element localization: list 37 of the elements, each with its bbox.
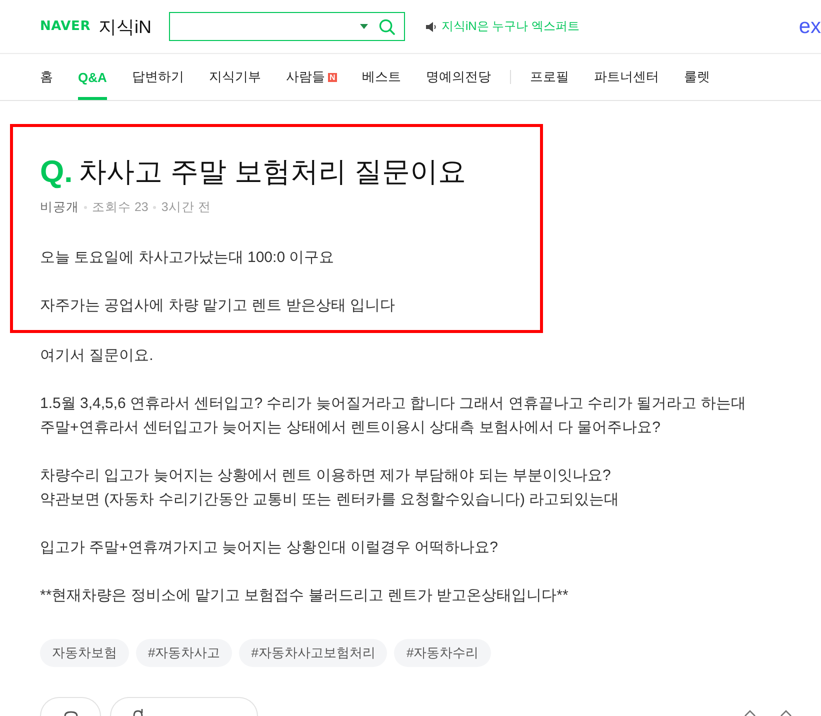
comment-button[interactable] [40,697,101,716]
body-paragraph: 자주가는 공업사에 차량 맡기고 렌트 받은상태 입니다 [40,296,396,316]
nav-tab[interactable]: 홈 [40,54,53,100]
question-prefix: Q. [40,153,73,191]
new-badge: N [328,72,337,82]
nav-tab[interactable]: 룰렛 [684,54,710,100]
tag-link[interactable]: #자동차사고 [136,639,232,667]
search-icon[interactable] [378,18,395,34]
speaker-icon [426,22,437,32]
body-paragraph: 여기서 질문이요. [40,346,154,366]
tag-link[interactable]: #자동차사고보험처리 [239,639,388,667]
tag-link[interactable]: #자동차수리 [394,639,491,667]
body-paragraph: 차량수리 입고가 늦어지는 상황에서 렌트 이용하면 제가 부담해야 되는 부분이잇나요? 약관보면 (자동차 수리기간동안 교통비 또는 렌터카를 요청할수있습니다) 라고되있는대 [40,466,620,510]
nav-tab[interactable]: 파트너센터 [594,54,659,100]
body-paragraph: 1.5월 3,4,5,6 연휴라서 센터입고? 수리가 늦어질거라고 합니다 그래서 연휴끝나고 수리가 될거라고 하는대 주말+연휴라서 센터입고가 늦어지는 상태에서 렌트이용시 상대측 보험사에서 다 물어주나요? [40,394,746,438]
meta-text: 3시간 전 [161,199,211,216]
nav-tab[interactable]: 답변하기 [132,54,184,100]
nav-tab[interactable]: 베스트 [362,54,401,100]
nav-tab[interactable]: 지식기부 [208,54,261,100]
nav-tab[interactable]: 프로필 [530,54,569,100]
chevron-icon[interactable] [780,710,792,716]
nav-tab[interactable]: 사람들 N [286,54,337,100]
nav-tab[interactable]: 명예의전당 [426,54,491,100]
cut-off-icon [133,709,144,716]
body-paragraph: **현재차량은 정비소에 맡기고 보험접수 불러드리고 렌트가 받고온상태입니다** [40,586,568,606]
body-paragraph: 입고가 주말+연휴껴가지고 늦어지는 상황인대 이럴경우 어떡하나요? [40,538,498,558]
meta-text: 비공개 [40,199,79,216]
search-field[interactable] [168,12,405,41]
service-name[interactable]: 지식iN [98,14,152,38]
body-paragraph: 오늘 토요일에 차사고가났는대 100:0 이구요 [40,248,334,268]
tag-link[interactable]: 자동차보험 [40,639,129,667]
meta-text: 조회수 23 [92,199,148,216]
question-title: 차사고 주말 보험처리 질문이요 [78,155,466,189]
logo-text[interactable]: ex [798,16,821,37]
chevron-icon[interactable] [744,710,756,716]
caret-icon[interactable] [360,24,368,29]
speech-bubble-icon [64,711,78,716]
